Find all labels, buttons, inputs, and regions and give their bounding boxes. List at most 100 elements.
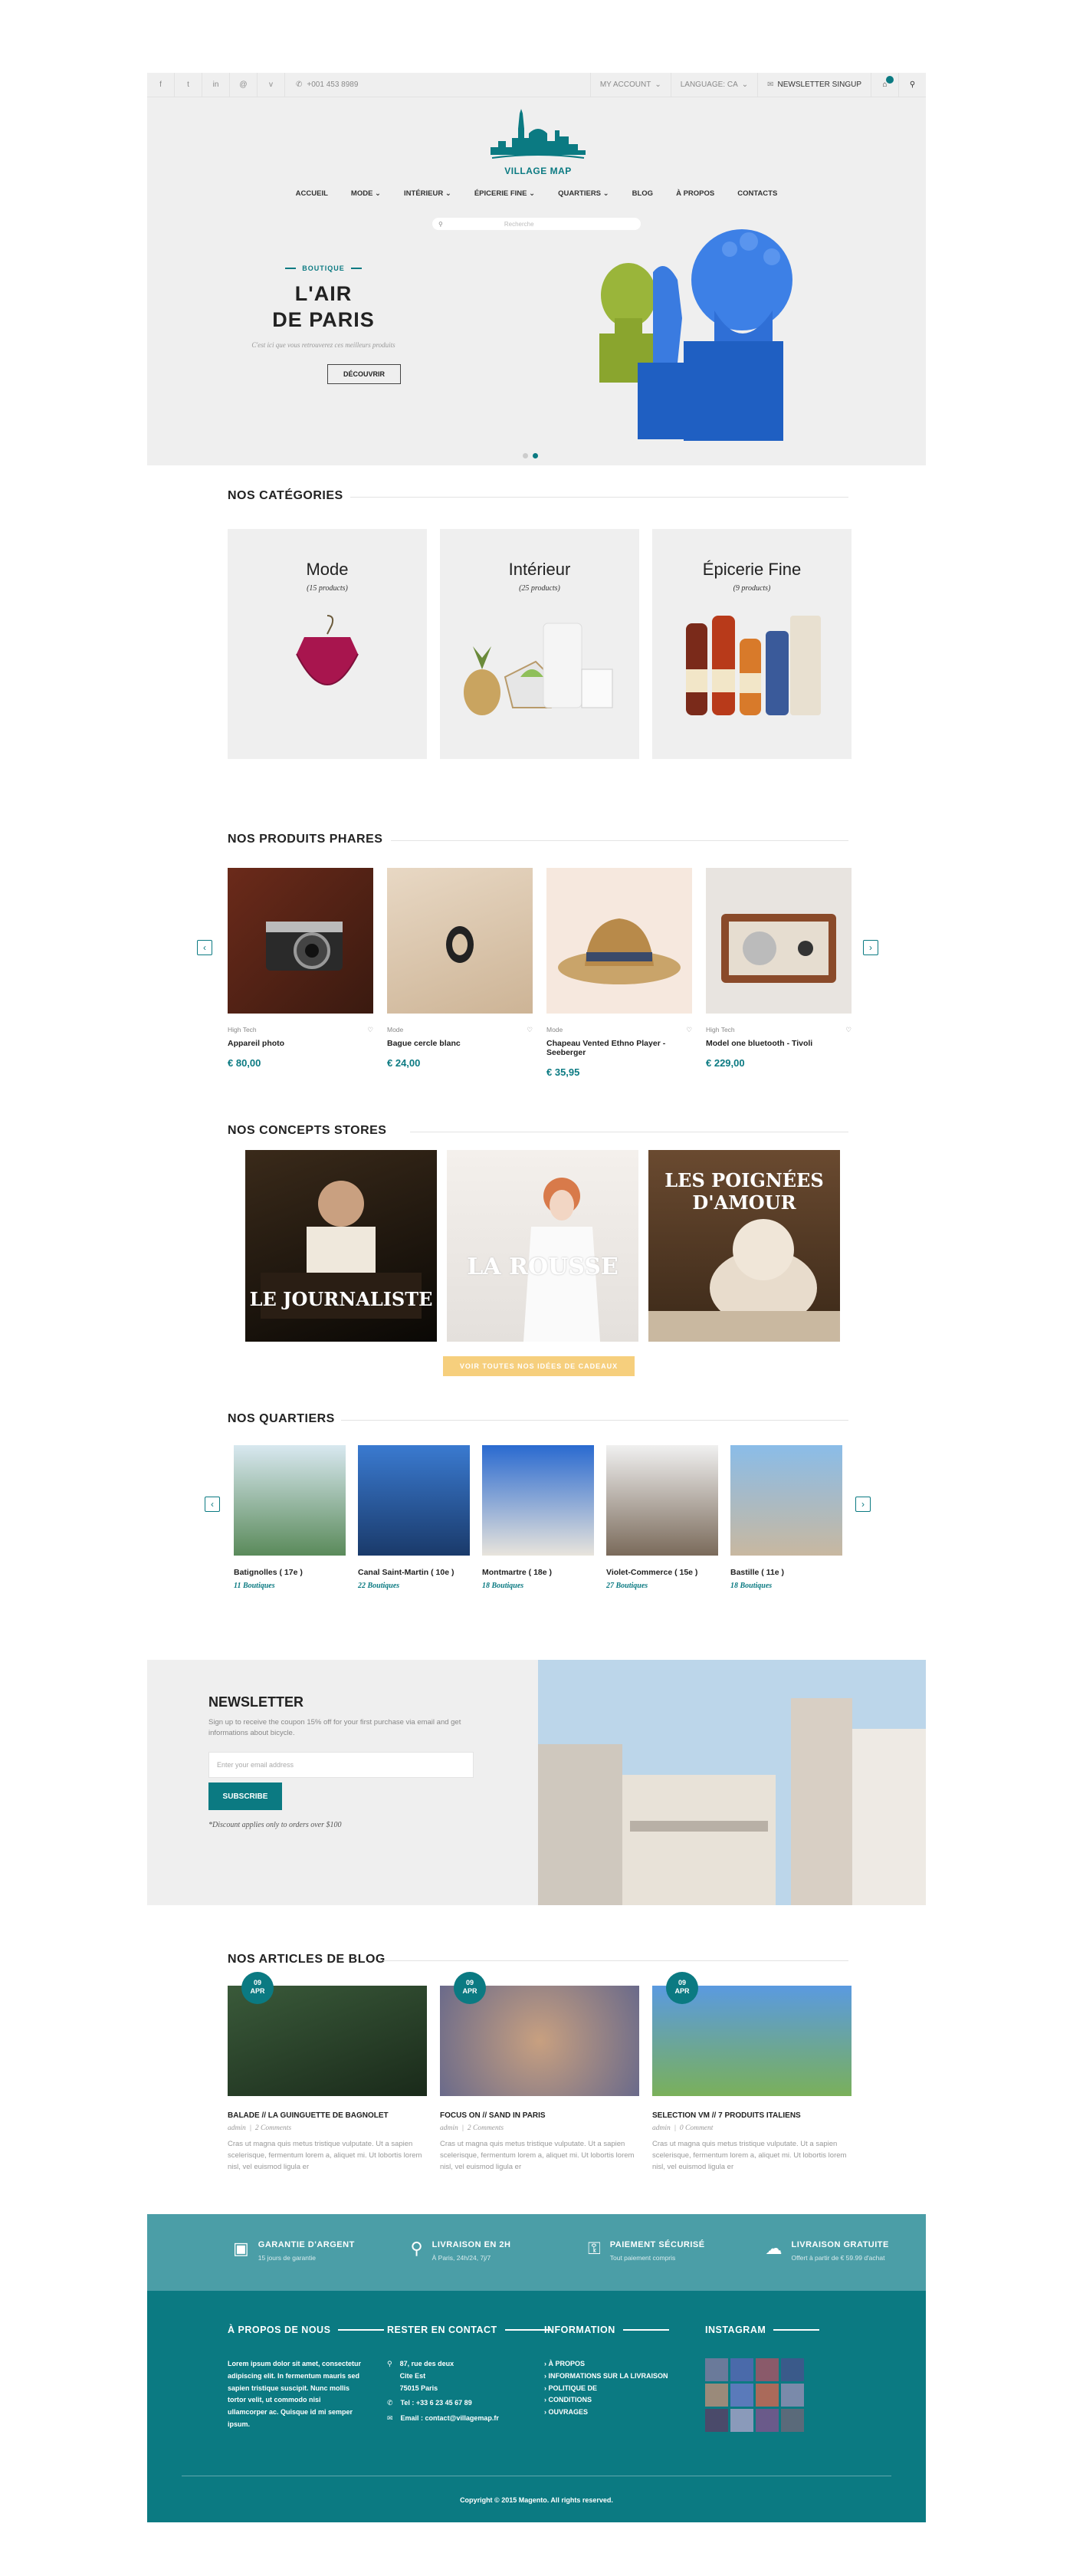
instagram-photo[interactable]: [705, 2384, 728, 2407]
date-month: APR: [674, 1986, 690, 1995]
language-menu[interactable]: LANGUAGE: CA ⌄: [670, 73, 757, 97]
subscribe-button[interactable]: SUBSCRIBE: [208, 1783, 282, 1810]
footer-link-ouvrages[interactable]: › OUVRAGES: [544, 2407, 690, 2419]
nav-epicerie-fine[interactable]: ÉPICERIE FINE ⌄: [474, 189, 535, 198]
category-card-mode[interactable]: Mode (15 products): [228, 529, 427, 759]
discover-button[interactable]: DÉCOUVRIR: [327, 364, 401, 384]
cart-button[interactable]: ⌂: [871, 73, 898, 97]
logo[interactable]: VILLAGE MAP: [484, 107, 592, 176]
quartier-count: 18 Boutiques: [730, 1582, 773, 1590]
product-card[interactable]: Mode ♡ Chapeau Vented Ethno Player - Seeb…: [546, 868, 692, 1078]
blog-post[interactable]: 09 APR BALADE // LA GUINGUETTE DE BAGNOLE…: [228, 1972, 427, 2174]
nav-mode[interactable]: MODE ⌄: [351, 189, 381, 198]
instagram-photo[interactable]: [756, 2358, 779, 2381]
footer-about-heading: À PROPOS DE NOUS: [228, 2325, 331, 2335]
instagram-photo[interactable]: [756, 2384, 779, 2407]
product-name[interactable]: Appareil photo: [228, 1039, 373, 1048]
slider-dots: [523, 453, 538, 458]
footer-link-livraison[interactable]: › INFORMATIONS SUR LA LIVRAISON: [544, 2371, 690, 2383]
blog-post-title[interactable]: BALADE // LA GUINGUETTE DE BAGNOLET: [228, 2111, 427, 2120]
blog-image[interactable]: 09 APR: [440, 1972, 639, 2096]
instagram-photo[interactable]: [730, 2409, 753, 2432]
store-card-le-journaliste[interactable]: LE JOURNALISTE: [245, 1150, 437, 1342]
footer: À PROPOS DE NOUS Lorem ipsum dolor sit a…: [147, 2291, 926, 2522]
instagram-photo[interactable]: [730, 2384, 753, 2407]
location-pin-icon: ⚲: [387, 2360, 392, 2367]
product-name[interactable]: Model one bluetooth - Tivoli: [706, 1039, 852, 1048]
store-label: LE JOURNALISTE: [249, 1288, 433, 1310]
blog-post[interactable]: 09 APR FOCUS ON // SAND IN PARIS admin | …: [440, 1972, 639, 2174]
quartier-card[interactable]: Canal Saint-Martin ( 10e ) 22 Boutiques: [358, 1445, 470, 1590]
wishlist-heart-icon[interactable]: ♡: [686, 1026, 692, 1034]
product-category: Mode: [387, 1026, 404, 1033]
product-card[interactable]: Mode ♡ Bague cercle blanc € 24,00: [387, 868, 533, 1069]
footer-email[interactable]: Email : contact@villagemap.fr: [401, 2413, 499, 2425]
footer-link-label: CONDITIONS: [548, 2396, 592, 2404]
facebook-icon[interactable]: f: [147, 73, 175, 97]
product-image[interactable]: [228, 868, 373, 1014]
footer-link-conditions[interactable]: › CONDITIONS: [544, 2394, 690, 2407]
my-account-menu[interactable]: MY ACCOUNT ⌄: [589, 73, 671, 97]
search-toggle[interactable]: ⚲: [898, 73, 926, 97]
product-image[interactable]: [706, 868, 852, 1014]
blog-post[interactable]: 09 APR SELECTION VM // 7 PRODUITS ITALIEN…: [652, 1972, 852, 2174]
quartiers-prev-button[interactable]: ‹: [205, 1497, 220, 1512]
instagram-photo[interactable]: [705, 2358, 728, 2381]
wishlist-heart-icon[interactable]: ♡: [527, 1026, 533, 1034]
store-card-les-poignees-damour[interactable]: LES POIGNÉES D'AMOUR: [648, 1150, 840, 1342]
instagram-photo[interactable]: [781, 2358, 804, 2381]
blog-image[interactable]: 09 APR: [652, 1972, 852, 2096]
chevron-down-icon: ⌄: [741, 80, 749, 89]
quartier-card[interactable]: Bastille ( 11e ) 18 Boutiques: [730, 1445, 842, 1590]
newsletter-signup-link[interactable]: ✉ NEWSLETTER SINGUP: [757, 73, 871, 97]
footer-link-politique[interactable]: › POLITIQUE DE: [544, 2383, 690, 2395]
quartier-card[interactable]: Violet-Commerce ( 15e ) 27 Boutiques: [606, 1445, 718, 1590]
email-field[interactable]: Enter your email address: [208, 1752, 474, 1778]
product-card[interactable]: High Tech ♡ Model one bluetooth - Tivoli …: [706, 868, 852, 1069]
hero-title-line-1: L'AIR: [294, 282, 353, 305]
footer-link-a-propos[interactable]: › À PROPOS: [544, 2358, 690, 2371]
blog-post-title[interactable]: SELECTION VM // 7 PRODUITS ITALIENS: [652, 2111, 852, 2120]
slider-dot[interactable]: [523, 453, 528, 458]
product-image[interactable]: [546, 868, 692, 1014]
products-next-button[interactable]: ›: [863, 940, 878, 955]
products-prev-button[interactable]: ‹: [197, 940, 212, 955]
instagram-photo[interactable]: [730, 2358, 753, 2381]
nav-interieur[interactable]: INTÉRIEUR ⌄: [404, 189, 451, 198]
category-card-interieur[interactable]: Intérieur (25 products): [440, 529, 639, 759]
vimeo-icon[interactable]: v: [258, 73, 285, 97]
product-category: High Tech: [228, 1026, 257, 1033]
quartier-card[interactable]: Montmartre ( 18e ) 18 Boutiques: [482, 1445, 594, 1590]
nav-a-propos[interactable]: À PROPOS: [676, 189, 714, 198]
instagram-photo[interactable]: [705, 2409, 728, 2432]
product-name[interactable]: Bague cercle blanc: [387, 1039, 533, 1048]
wishlist-heart-icon[interactable]: ♡: [845, 1026, 852, 1034]
search-icon: ⚲: [909, 80, 916, 89]
blog-title: NOS ARTICLES DE BLOG: [228, 1953, 386, 1966]
twitter-icon[interactable]: t: [175, 73, 202, 97]
category-card-epicerie-fine[interactable]: Épicerie Fine (9 products): [652, 529, 852, 759]
store-card-la-rousse[interactable]: LA ROUSSE: [447, 1150, 638, 1342]
nav-blog[interactable]: BLOG: [632, 189, 653, 198]
instagram-photo[interactable]: [781, 2409, 804, 2432]
product-name[interactable]: Chapeau Vented Ethno Player - Seeberger: [546, 1039, 692, 1057]
products-title: NOS PRODUITS PHARES: [228, 833, 383, 846]
quartier-card[interactable]: Batignolles ( 17e ) 11 Boutiques: [234, 1445, 346, 1590]
nav-contacts[interactable]: CONTACTS: [737, 189, 777, 198]
linkedin-icon[interactable]: in: [202, 73, 230, 97]
instagram-photo[interactable]: [781, 2384, 804, 2407]
blog-post-title[interactable]: FOCUS ON // SAND IN PARIS: [440, 2111, 639, 2120]
wishlist-heart-icon[interactable]: ♡: [367, 1026, 373, 1034]
product-card[interactable]: High Tech ♡ Appareil photo € 80,00: [228, 868, 373, 1069]
logo-text: VILLAGE MAP: [504, 166, 572, 176]
nav-quartiers[interactable]: QUARTIERS ⌄: [558, 189, 609, 198]
nav-accueil[interactable]: ACCUEIL: [296, 189, 328, 198]
gift-ideas-button[interactable]: VOIR TOUTES NOS IDÉES DE CADEAUX: [443, 1356, 635, 1376]
slider-dot-active[interactable]: [533, 453, 538, 458]
instagram-photo[interactable]: [756, 2409, 779, 2432]
product-image[interactable]: [387, 868, 533, 1014]
blog-image[interactable]: 09 APR: [228, 1972, 427, 2096]
address-line-1: 87, rue des deux: [399, 2360, 454, 2367]
email-icon[interactable]: @: [230, 73, 258, 97]
quartiers-next-button[interactable]: ›: [855, 1497, 871, 1512]
